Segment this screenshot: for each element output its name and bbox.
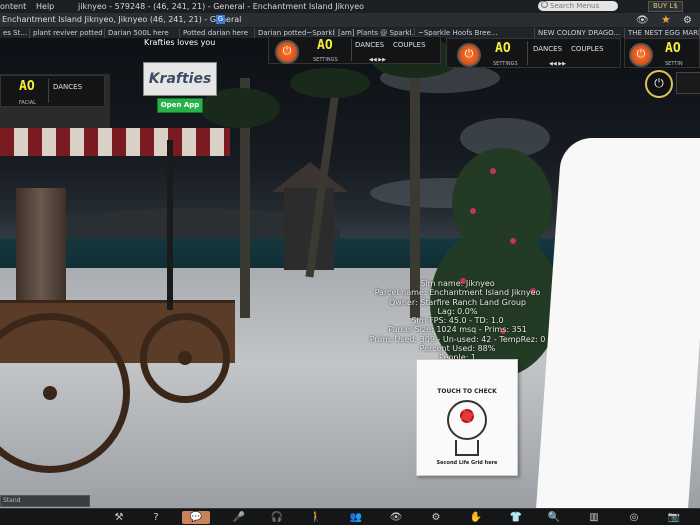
flower [470,208,476,214]
stall-awning [0,128,230,156]
chat-icon[interactable]: 💬 [182,511,210,524]
prev-next-arrows[interactable]: ◀◀ ▶▶ [549,61,566,67]
krafties-hover-text: Krafties loves you [144,38,216,47]
stat-line: Parcel Size: 1024 msq - Prims: 351 [388,325,527,335]
palm-leaves [290,68,370,98]
person-icon [455,440,479,456]
ao-hud-far-right[interactable]: ⏻ AO SETTIN [624,38,700,68]
stat-line: Percent Used: 88% [419,344,496,354]
puppet-icon[interactable]: ✋ [462,511,490,524]
open-app-button[interactable]: Open App [157,98,203,113]
ao-hud-left[interactable]: AO DANCES FACIAL [0,75,105,107]
stat-line: Parcel name: Enchantment Island Jiknyeo [374,288,541,298]
favorite-star-icon[interactable]: ★ [661,14,671,26]
sign-pole [167,140,173,310]
stand-label: Stand [3,497,21,504]
headphones-icon[interactable]: 🎧 [263,511,291,524]
settings-button[interactable]: SETTINGS [493,61,518,67]
stat-line: Sim name: Jiknyeo [420,279,495,288]
gear-icon [460,409,474,423]
hud-side-panel[interactable] [676,72,700,94]
power-icon[interactable]: ⏻ [275,40,299,64]
flower [490,168,496,174]
prev-next-arrows[interactable]: ◀◀ ▶▶ [369,57,386,63]
flower [510,238,516,244]
tab-item[interactable]: Potted darian here [180,28,255,38]
ao-label[interactable]: AO [19,79,35,94]
bottom-toolbar: ⚒ ? 💬 🎤 🎧 🚶 👥 👁 ⚙ ✋ 👕 🔍 ▥ ◎ 📷 [0,508,700,525]
power-icon[interactable]: ⏻ [629,43,653,67]
ao-label[interactable]: AO [665,41,681,56]
people-icon[interactable]: 👥 [342,511,370,524]
buy-lindens-button[interactable]: BUY L$ [648,1,683,12]
stand-button[interactable]: Stand [0,495,90,507]
search-icon[interactable]: 🔍 [540,511,568,524]
settings-button[interactable]: SETTINGS [313,57,338,63]
search-icon [541,1,548,8]
stat-line: Owner: Starfire Ranch Land Group [388,297,526,307]
search-placeholder: Search Menus [550,2,600,10]
couples-button[interactable]: COUPLES [571,45,604,53]
tab-item[interactable]: Darian 500L here [105,28,180,38]
menu-bar: ontent Help jiknyeo - 579248 - (46, 241,… [0,0,700,13]
mic-icon[interactable]: 🎤 [225,511,253,524]
cart-wheel [140,313,230,403]
radar-icon[interactable]: ◎ [620,511,648,524]
map-icon[interactable]: ▥ [580,511,608,524]
grid-check-box[interactable]: TOUCH TO CHECK Second Life Grid here [416,359,518,476]
tree-stump [16,188,66,304]
menu-help[interactable]: Help [36,0,54,13]
dances-button[interactable]: DANCES [355,41,384,49]
tab-item[interactable]: plant reviver potted [30,28,105,38]
ao-label[interactable]: AO [317,38,333,53]
tab-item[interactable]: THE NEST EGG MARK... [625,28,700,38]
snapshot-icon[interactable]: 📷 [660,511,688,524]
walk-icon[interactable]: 🚶 [302,511,330,524]
couples-button[interactable]: COUPLES [393,41,426,49]
menu-content[interactable]: ontent [0,0,26,13]
grid-label: Second Life Grid here [436,460,498,466]
dances-button[interactable]: DANCES [533,45,562,53]
parcel-stats-overlay: Sim name: Jiknyeo Parcel name: Enchantme… [355,279,560,363]
network-icon[interactable]: ⚙ [422,511,450,524]
stat-line: Prims Used: 309 - Un-used: 42 - TempRez:… [369,334,546,344]
shirt-icon[interactable]: 👕 [502,511,530,524]
facial-button[interactable]: FACIAL [19,100,36,106]
settings-button[interactable]: SETTIN [665,61,683,67]
krafties-logo[interactable]: Krafties [143,62,217,96]
tab-item[interactable]: es St... [0,28,30,38]
ao-hud-right[interactable]: ⏻ AO DANCES COUPLES SETTINGS ◀◀ ▶▶ [446,38,621,68]
settings-icon[interactable]: ⚙ [683,14,692,28]
search-menus-input[interactable]: Search Menus [538,1,618,11]
eye-icon[interactable]: 👁 [382,511,410,524]
tab-item[interactable]: NEW COLONY DRAGO... [535,28,625,38]
touch-to-check-label: TOUCH TO CHECK [437,388,497,395]
location-bar: Enchantment Island Jiknyeo, Jiknyeo (46,… [0,13,700,27]
help-icon[interactable]: ? [142,511,170,524]
stat-line: Lag: 0.0% [437,306,478,316]
palm-trunk [410,48,420,318]
hammer-icon[interactable]: ⚒ [105,511,133,524]
user-info: jiknyeo - 579248 - (46, 241, 21) - Gener… [78,2,365,11]
world-view[interactable] [0,28,700,508]
ao-label[interactable]: AO [495,41,511,56]
hud-power-toggle-icon[interactable]: ⏻ [645,70,673,98]
visibility-icon[interactable]: 👁 [636,14,649,28]
location-text: Enchantment Island Jiknyeo, Jiknyeo (46,… [2,15,242,24]
ao-hud-middle[interactable]: ⏻ AO DANCES COUPLES SETTINGS ◀◀ ▶▶ [268,36,441,64]
dances-button[interactable]: DANCES [53,83,82,91]
maturity-badge: G [216,15,225,24]
power-icon[interactable]: ⏻ [457,43,481,67]
